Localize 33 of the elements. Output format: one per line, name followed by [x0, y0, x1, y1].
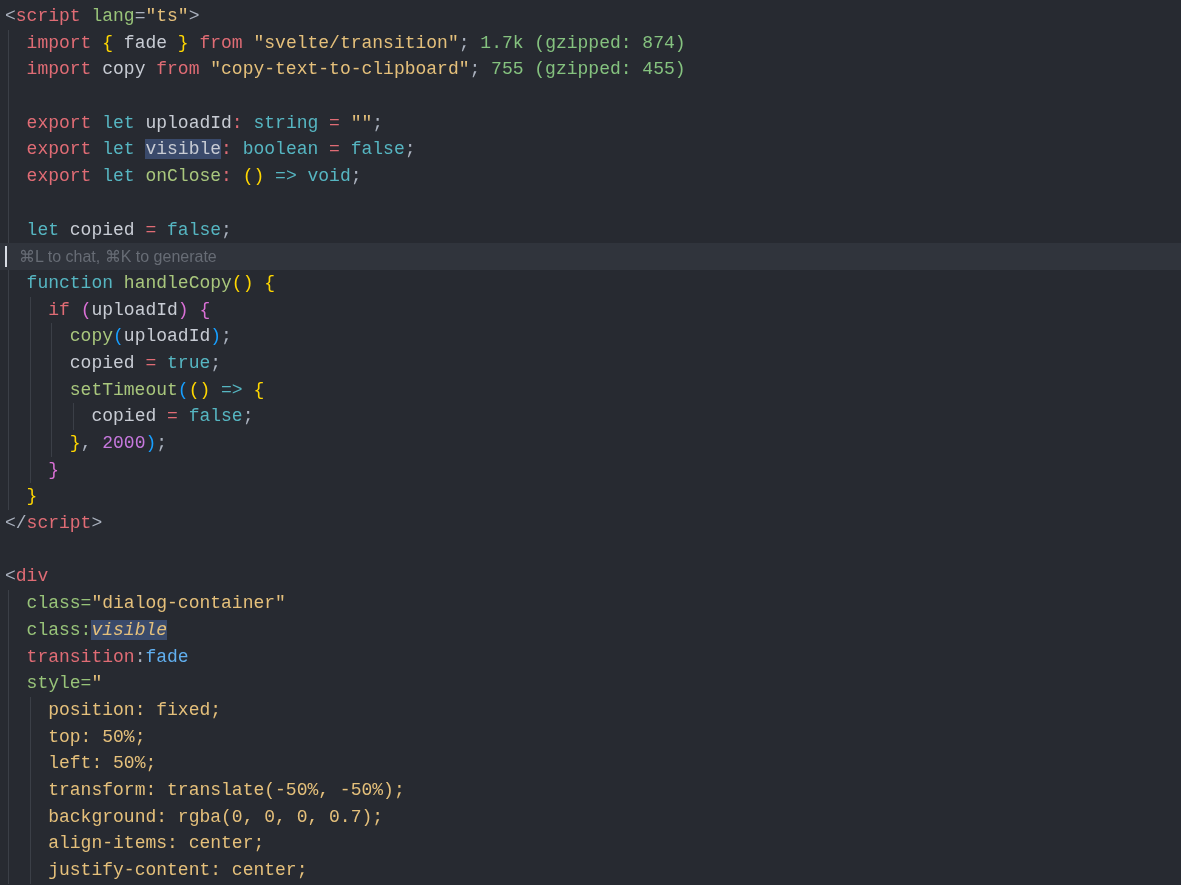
code-line: align-items: center; — [48, 832, 265, 856]
code-line: class:visible — [26, 618, 168, 642]
code-line: let copied = false; — [26, 218, 232, 242]
text-cursor — [5, 246, 7, 267]
code-line: import copy from "copy-text-to-clipboard"; — [26, 58, 481, 82]
code-line: background: rgba(0, 0, 0, 0.7); — [48, 805, 384, 829]
code-line: <script lang="ts"> — [5, 5, 200, 28]
code-line: function handleCopy() { — [26, 271, 276, 295]
code-line: if (uploadId) { — [48, 298, 211, 322]
code-line: export let visible: boolean = false; — [26, 138, 416, 162]
code-line: justify-content: center; — [48, 859, 308, 882]
code-line: copied = false; — [91, 405, 254, 429]
code-line: </script> — [5, 512, 103, 536]
code-line: copy(uploadId); — [69, 325, 232, 349]
code-line: position: fixed; — [48, 698, 222, 722]
import-size-label: 755 (gzipped: 455) — [491, 58, 686, 82]
code-line: transition:fade — [26, 645, 189, 669]
code-line: } — [26, 485, 38, 509]
code-line: import { fade } from "svelte/transition"; — [26, 31, 470, 55]
code-line: copied = true; — [69, 351, 222, 375]
code-line: } — [48, 458, 60, 482]
code-line: top: 50%; — [48, 725, 146, 749]
code-line: style=" — [26, 672, 103, 696]
inline-hint-text: ⌘L to chat, ⌘K to generate — [19, 246, 217, 267]
code-line: left: 50%; — [48, 752, 157, 776]
code-line: export let onClose: () => void; — [26, 165, 362, 189]
code-line: export let uploadId: string = ""; — [26, 111, 384, 135]
code-line: setTimeout(() => { — [69, 378, 265, 402]
import-size-label: 1.7k (gzipped: 874) — [480, 31, 686, 55]
code-line: }, 2000); — [69, 432, 168, 455]
code-line: class="dialog-container" — [26, 592, 286, 616]
code-line: transform: translate(-50%, -50%); — [48, 778, 405, 802]
code-line: <div — [5, 565, 49, 589]
